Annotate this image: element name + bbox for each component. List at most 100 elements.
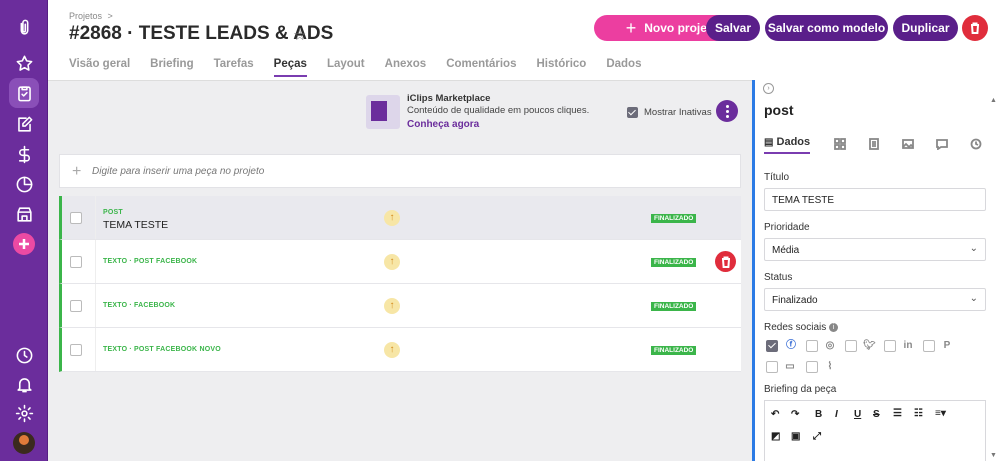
scroll-up-icon[interactable]: ▲ (990, 97, 997, 104)
row-checkbox[interactable] (70, 300, 82, 312)
avatar[interactable] (13, 432, 35, 454)
breadcrumb-projetos[interactable]: Projetos (69, 11, 102, 21)
strikethrough-icon[interactable]: S (873, 409, 880, 420)
status-badge: FINALIZADO (651, 214, 697, 223)
pie-chart-icon[interactable] (9, 169, 39, 199)
chevron-down-icon: ⌄ (969, 243, 978, 254)
align-icon[interactable]: ≡▾ (935, 408, 946, 419)
fullscreen-icon[interactable]: ⤢ (813, 431, 821, 442)
marketplace-title: iClips Marketplace (407, 93, 491, 104)
piece-type: TEXTO · POST FACEBOOK NOVO (103, 346, 221, 353)
pinterest-checkbox[interactable] (923, 340, 935, 352)
panel-title: post (764, 102, 794, 118)
linkedin-checkbox[interactable] (884, 340, 896, 352)
instagram-checkbox[interactable] (806, 340, 818, 352)
tab-historico[interactable]: Histórico (536, 58, 586, 77)
tab-anexos[interactable]: Anexos (385, 58, 427, 77)
italic-icon[interactable]: I (835, 409, 838, 420)
layout-grid-icon[interactable] (834, 137, 846, 150)
save-button[interactable]: Salvar (706, 15, 760, 41)
insert-piece-input[interactable]: + Digite para inserir uma peça no projet… (59, 154, 741, 188)
history-icon[interactable] (970, 137, 982, 150)
trash-icon (721, 256, 730, 268)
rss-checkbox[interactable] (806, 361, 818, 373)
store-icon[interactable] (9, 199, 39, 229)
marketplace-banner[interactable]: iClips Marketplace Conteúdo de qualidade… (366, 93, 601, 133)
bell-icon[interactable] (9, 369, 39, 399)
duplicate-button[interactable]: Duplicar (893, 15, 958, 41)
insert-piece-placeholder: Digite para inserir uma peça no projeto (92, 166, 265, 177)
list-item[interactable]: TEXTO · POST FACEBOOK ↑ FINALIZADO (59, 240, 741, 284)
breadcrumb[interactable]: Projetos > (69, 11, 113, 21)
list-item[interactable]: TEXTO · POST FACEBOOK NOVO ↑ FINALIZADO (59, 328, 741, 372)
numbered-list-icon[interactable]: ☷ (914, 408, 923, 419)
priority-medium-icon[interactable]: ↑ (384, 254, 400, 270)
redo-icon[interactable]: ↷ (791, 409, 799, 420)
row-checkbox[interactable] (70, 344, 82, 356)
prioridade-select[interactable]: Média ⌄ (764, 238, 986, 261)
document-icon[interactable] (868, 137, 880, 150)
priority-medium-icon[interactable]: ↑ (384, 298, 400, 314)
show-inactive-checkbox[interactable] (627, 107, 638, 118)
priority-medium-icon[interactable]: ↑ (384, 342, 400, 358)
edit-image-icon[interactable]: ◩ (771, 431, 780, 442)
titulo-label: Título (764, 172, 790, 183)
list-item[interactable]: TEXTO · FACEBOOK ↑ FINALIZADO (59, 284, 741, 328)
facebook-checkbox[interactable] (766, 340, 778, 352)
gear-icon[interactable] (9, 398, 39, 428)
list-item[interactable]: POST TEMA TESTE ↑ FINALIZADO (59, 196, 741, 240)
tab-dados[interactable]: Dados (606, 58, 641, 77)
marketplace-subtitle: Conteúdo de qualidade em poucos cliques. (407, 105, 590, 116)
titulo-field[interactable]: TEMA TESTE (764, 188, 986, 211)
project-tabs: Visão geral Briefing Tarefas Peças Layou… (69, 58, 661, 77)
undo-icon[interactable]: ↶ (771, 409, 779, 420)
star-icon[interactable] (9, 48, 39, 78)
twitter-icon: 🐦︎ (863, 340, 876, 351)
image-icon[interactable]: ▣ (791, 431, 800, 442)
piece-detail-panel: › post ▤ Dados Título TEMA TESTE Priorid… (752, 80, 1000, 461)
save-as-model-button[interactable]: Salvar como modelo (765, 15, 888, 41)
tab-comentarios[interactable]: Comentários (446, 58, 516, 77)
bullet-list-icon[interactable]: ☰ (893, 408, 902, 419)
show-inactive-label[interactable]: Mostrar Inativas (644, 107, 712, 118)
clipboard-icon[interactable] (9, 78, 39, 108)
twitter-checkbox[interactable] (845, 340, 857, 352)
tab-pecas[interactable]: Peças (273, 58, 307, 77)
tab-layout[interactable]: Layout (327, 58, 365, 77)
more-options-button[interactable] (716, 100, 738, 122)
info-icon[interactable]: i (829, 322, 839, 332)
plus-icon: + (72, 163, 82, 180)
status-select[interactable]: Finalizado ⌄ (764, 288, 986, 311)
tab-visao-geral[interactable]: Visão geral (69, 58, 130, 77)
tab-briefing[interactable]: Briefing (150, 58, 193, 77)
add-icon[interactable] (13, 233, 35, 255)
edit-icon[interactable] (9, 109, 39, 139)
comment-icon[interactable] (936, 137, 948, 151)
redes-sociais-label: Redes sociais i (764, 322, 839, 333)
status-badge: FINALIZADO (651, 258, 697, 267)
marketplace-link[interactable]: Conheça agora (407, 119, 479, 130)
delete-project-button[interactable] (962, 15, 988, 41)
briefing-editor[interactable]: ↶ ↷ B I U S ☰ ☷ ≡▾ ◩ ▣ ⤢ (764, 400, 986, 461)
panel-tab-dados[interactable]: ▤ Dados (764, 136, 811, 154)
piece-name: TEMA TESTE (103, 219, 169, 231)
collapse-panel-icon[interactable]: › (763, 83, 774, 94)
youtube-checkbox[interactable] (766, 361, 778, 373)
breadcrumb-separator: > (107, 11, 113, 21)
delete-piece-button[interactable] (715, 251, 736, 272)
row-checkbox[interactable] (70, 256, 82, 268)
clock-icon[interactable] (9, 340, 39, 370)
priority-medium-icon[interactable]: ↑ (384, 210, 400, 226)
scroll-down-icon[interactable]: ▼ (990, 452, 997, 459)
logo-icon[interactable] (9, 12, 39, 42)
underline-icon[interactable]: U (854, 409, 861, 420)
tab-tarefas[interactable]: Tarefas (214, 58, 254, 77)
row-checkbox[interactable] (70, 212, 82, 224)
app: Projetos > #2868 · TESTE LEADS & ADS ☆ +… (0, 0, 1000, 461)
image-icon[interactable] (902, 137, 914, 149)
dollar-icon[interactable] (9, 139, 39, 169)
favorite-star-icon[interactable]: ☆ (293, 26, 306, 44)
pieces-area: iClips Marketplace Conteúdo de qualidade… (48, 80, 752, 461)
bold-icon[interactable]: B (815, 409, 822, 420)
header: Projetos > #2868 · TESTE LEADS & ADS ☆ +… (48, 0, 1000, 80)
